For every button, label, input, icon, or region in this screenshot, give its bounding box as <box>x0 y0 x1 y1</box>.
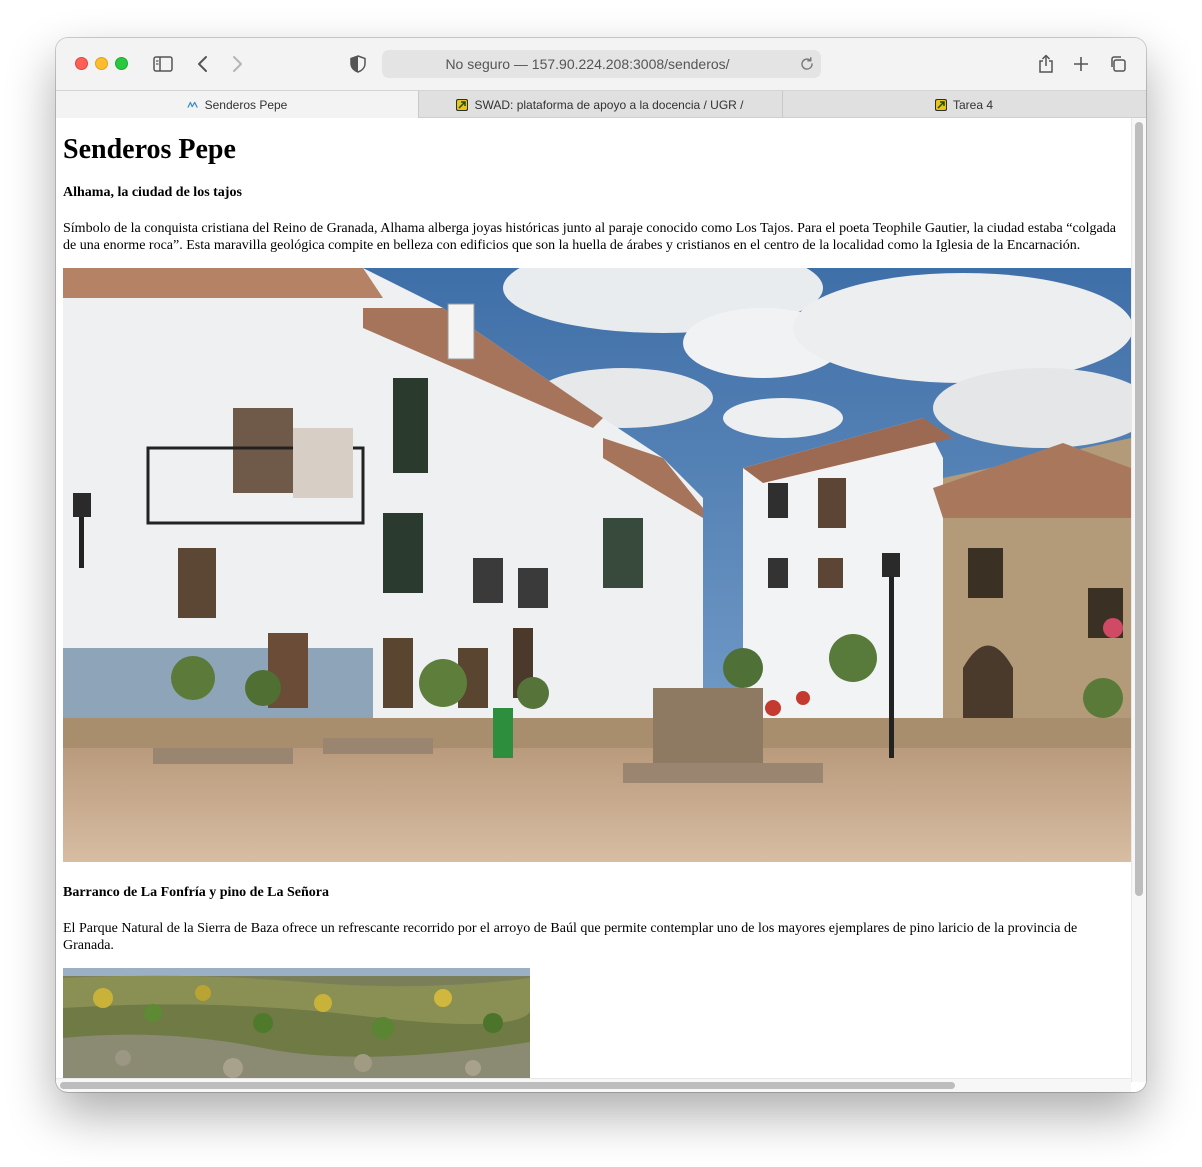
tab-bar: Senderos Pepe SWAD: plataforma de apoyo … <box>56 90 1146 118</box>
section-text-alhama: Símbolo de la conquista cristiana del Re… <box>63 221 1116 253</box>
page-title: Senderos Pepe <box>63 134 236 165</box>
swad-favicon-icon <box>456 98 469 111</box>
fonfria-landscape-photo <box>63 968 530 1092</box>
browser-window: No seguro — 157.90.224.208:3008/senderos… <box>56 38 1146 1092</box>
section-text-fonfria: El Parque Natural de la Sierra de Baza o… <box>63 921 1078 953</box>
web-content: Senderos Pepe Alhama, la ciudad de los t… <box>56 118 1146 1092</box>
tab-tarea-4[interactable]: Tarea 4 <box>782 91 1146 118</box>
tab-label: Senderos Pepe <box>204 97 288 112</box>
section-heading-fonfria: Barranco de La Fonfría y pino de La Seño… <box>63 885 330 900</box>
zoom-window-button[interactable] <box>115 57 128 70</box>
tab-overview-icon[interactable] <box>1106 52 1130 76</box>
new-tab-icon[interactable] <box>1069 52 1093 76</box>
horizontal-scroll-thumb[interactable] <box>60 1082 955 1089</box>
minimize-window-button[interactable] <box>95 57 108 70</box>
reload-icon[interactable] <box>799 56 815 72</box>
tab-swad[interactable]: SWAD: plataforma de apoyo a la docencia … <box>418 91 782 118</box>
close-window-button[interactable] <box>75 57 88 70</box>
forward-icon[interactable] <box>225 52 249 76</box>
privacy-shield-icon[interactable] <box>346 52 370 76</box>
back-icon[interactable] <box>191 52 215 76</box>
tab-label: Tarea 4 <box>952 97 994 112</box>
alhama-plaza-photo <box>63 268 1131 862</box>
url-text: No seguro — 157.90.224.208:3008/senderos… <box>445 56 730 72</box>
horizontal-scrollbar[interactable] <box>56 1078 1131 1092</box>
tab-senderos-pepe[interactable]: Senderos Pepe <box>56 91 418 118</box>
swad-favicon-icon <box>934 98 947 111</box>
vertical-scrollbar[interactable] <box>1131 118 1146 1082</box>
section-heading-alhama: Alhama, la ciudad de los tajos <box>63 185 242 200</box>
vertical-scroll-thumb[interactable] <box>1135 122 1143 896</box>
browser-toolbar: No seguro — 157.90.224.208:3008/senderos… <box>56 38 1146 90</box>
address-bar[interactable]: No seguro — 157.90.224.208:3008/senderos… <box>382 50 821 78</box>
sidebar-icon[interactable] <box>151 52 175 76</box>
senderos-favicon-icon <box>186 99 199 111</box>
tab-label: SWAD: plataforma de apoyo a la docencia … <box>474 97 744 112</box>
share-icon[interactable] <box>1034 52 1058 76</box>
